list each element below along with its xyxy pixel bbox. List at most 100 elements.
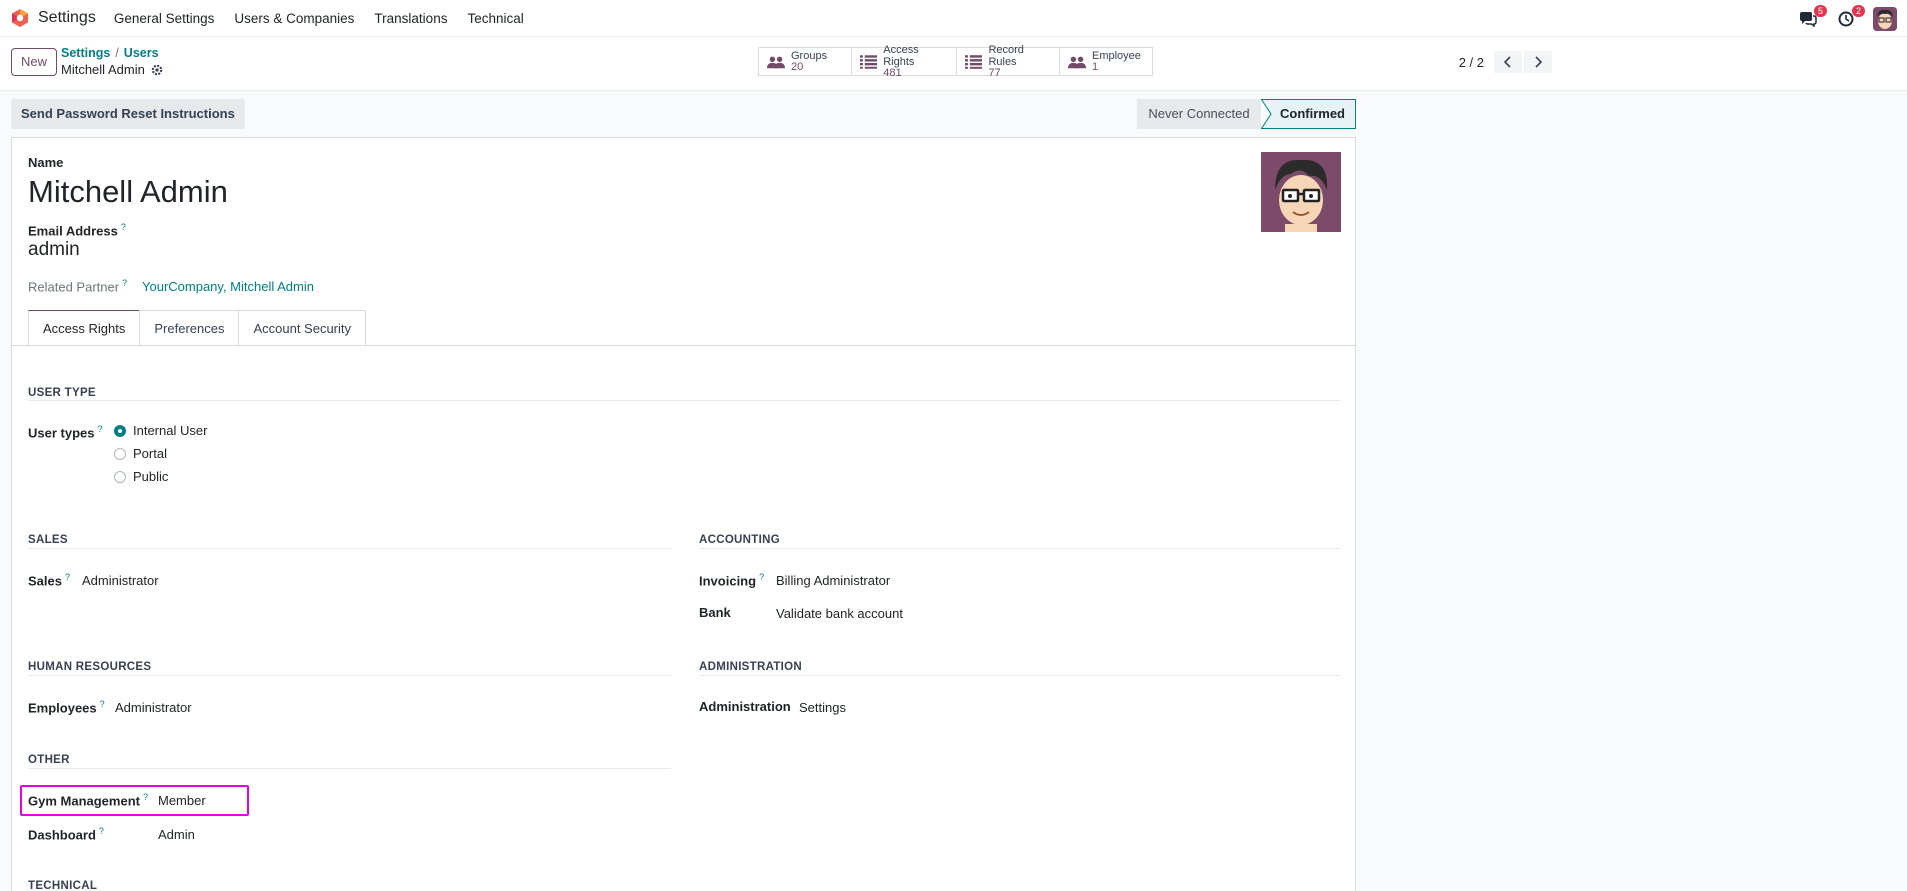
pager: 2 / 2 xyxy=(1459,51,1552,73)
radio-public[interactable]: Public xyxy=(114,469,168,484)
email-label: Email Address? xyxy=(28,222,126,238)
administration-label: Administration xyxy=(699,699,791,714)
sales-select[interactable]: Administrator xyxy=(82,573,159,588)
tabs-divider xyxy=(12,345,1355,346)
groups-count: 20 xyxy=(791,61,804,73)
user-avatar[interactable] xyxy=(1873,6,1897,31)
breadcrumb-settings[interactable]: Settings xyxy=(61,46,110,60)
invoicing-select[interactable]: Billing Administrator xyxy=(776,573,890,588)
administration-select[interactable]: Settings xyxy=(799,700,846,715)
stage-never-connected[interactable]: Never Connected xyxy=(1137,99,1261,129)
tab-account-security[interactable]: Account Security xyxy=(238,310,367,345)
invoicing-label-text: Invoicing xyxy=(699,573,757,589)
record-rules-count: 77 xyxy=(988,67,1001,79)
pager-next-button[interactable] xyxy=(1524,51,1552,73)
user-types-label: User types? xyxy=(28,424,103,440)
avatar-illustration xyxy=(1261,152,1341,232)
gym-management-select[interactable]: Member xyxy=(158,793,206,808)
users-group-icon xyxy=(1068,56,1086,68)
list-icon xyxy=(860,54,878,69)
record-rules-label: Record Rules xyxy=(988,44,1024,68)
top-navbar: Settings General Settings Users & Compan… xyxy=(0,0,1907,37)
messages-icon[interactable]: 5 xyxy=(1797,4,1827,30)
related-partner-label-text: Related Partner xyxy=(28,279,120,295)
help-tooltip-icon[interactable]: ? xyxy=(65,572,70,582)
list-icon xyxy=(965,54,983,69)
section-other: OTHER xyxy=(28,754,70,766)
name-field[interactable]: Mitchell Admin xyxy=(28,174,228,210)
menu-general-settings[interactable]: General Settings xyxy=(114,11,215,26)
menu-users-companies[interactable]: Users & Companies xyxy=(234,11,354,26)
employee-smart-button[interactable]: Employee 1 xyxy=(1059,47,1153,76)
sales-label: Sales? xyxy=(28,572,70,588)
access-rights-smart-button[interactable]: Access Rights 481 xyxy=(851,44,957,79)
email-field[interactable]: admin xyxy=(28,239,80,261)
section-user-type: USER TYPE xyxy=(28,387,96,399)
menu-technical[interactable]: Technical xyxy=(467,11,523,26)
breadcrumb-users[interactable]: Users xyxy=(124,46,159,60)
radio-portal[interactable]: Portal xyxy=(114,446,167,461)
breadcrumb-separator: / xyxy=(115,46,119,60)
section-administration: ADMINISTRATION xyxy=(699,661,803,673)
dashboard-label-text: Dashboard xyxy=(28,827,96,843)
related-partner-label: Related Partner? xyxy=(28,278,127,294)
employees-select[interactable]: Administrator xyxy=(115,700,192,715)
systray: 5 2 xyxy=(1797,0,1907,37)
section-divider xyxy=(699,675,1341,676)
radio-checked-icon xyxy=(114,424,126,437)
help-tooltip-icon[interactable]: ? xyxy=(99,826,104,836)
settings-app-logo-icon[interactable] xyxy=(10,8,30,28)
invoicing-label: Invoicing? xyxy=(699,572,764,588)
section-technical: TECHNICAL xyxy=(28,880,98,891)
help-tooltip-icon[interactable]: ? xyxy=(121,222,126,232)
groups-smart-button[interactable]: Groups 20 xyxy=(758,47,852,76)
chevron-left-icon xyxy=(1503,56,1511,68)
menu-translations[interactable]: Translations xyxy=(374,11,447,26)
radio-portal-label: Portal xyxy=(133,446,167,461)
employees-label: Employees? xyxy=(28,699,105,715)
section-human-resources: HUMAN RESOURCES xyxy=(28,661,152,673)
gear-icon[interactable] xyxy=(151,64,163,76)
section-divider xyxy=(28,675,671,676)
gym-management-label: Gym Management? xyxy=(28,792,148,808)
radio-internal-user[interactable]: Internal User xyxy=(114,423,207,438)
new-button[interactable]: New xyxy=(11,48,58,76)
radio-unchecked-icon xyxy=(114,470,126,483)
record-rules-smart-button[interactable]: Record Rules 77 xyxy=(956,44,1060,79)
tab-preferences[interactable]: Preferences xyxy=(139,310,240,345)
stage-confirmed-label: Confirmed xyxy=(1280,106,1345,121)
user-photo[interactable] xyxy=(1261,152,1341,232)
user-types-label-text: User types xyxy=(28,425,95,441)
radio-public-label: Public xyxy=(133,469,169,484)
app-name[interactable]: Settings xyxy=(38,9,96,27)
pager-value[interactable]: 2 / 2 xyxy=(1459,55,1484,70)
dashboard-select[interactable]: Admin xyxy=(158,827,195,842)
employee-count: 1 xyxy=(1092,61,1099,73)
section-accounting: ACCOUNTING xyxy=(699,534,780,546)
help-tooltip-icon[interactable]: ? xyxy=(143,792,148,802)
help-tooltip-icon[interactable]: ? xyxy=(97,424,102,434)
form-tabs: Access Rights Preferences Account Securi… xyxy=(28,310,367,345)
bank-label: Bank xyxy=(699,605,731,620)
send-password-reset-button[interactable]: Send Password Reset Instructions xyxy=(11,99,245,129)
tab-access-rights[interactable]: Access Rights xyxy=(28,310,141,345)
help-tooltip-icon[interactable]: ? xyxy=(122,278,127,288)
stage-confirmed[interactable]: Confirmed xyxy=(1261,99,1356,129)
activities-badge: 2 xyxy=(1851,4,1865,17)
radio-internal-user-label: Internal User xyxy=(133,423,208,438)
dashboard-label: Dashboard? xyxy=(28,826,104,842)
section-divider xyxy=(28,400,1341,401)
related-partner-link[interactable]: YourCompany, Mitchell Admin xyxy=(142,279,314,294)
section-divider xyxy=(28,768,671,769)
breadcrumb: Settings / Users xyxy=(61,46,159,60)
activities-clock-icon[interactable]: 2 xyxy=(1835,4,1865,30)
record-name: Mitchell Admin xyxy=(61,62,145,77)
chevron-right-icon xyxy=(1535,56,1543,68)
help-tooltip-icon[interactable]: ? xyxy=(759,572,764,582)
employees-label-text: Employees xyxy=(28,700,97,716)
pager-previous-button[interactable] xyxy=(1494,51,1522,73)
help-tooltip-icon[interactable]: ? xyxy=(100,699,105,709)
email-label-text: Email Address xyxy=(28,223,118,239)
bank-select[interactable]: Validate bank account xyxy=(776,606,903,621)
record-title: Mitchell Admin xyxy=(61,62,163,77)
